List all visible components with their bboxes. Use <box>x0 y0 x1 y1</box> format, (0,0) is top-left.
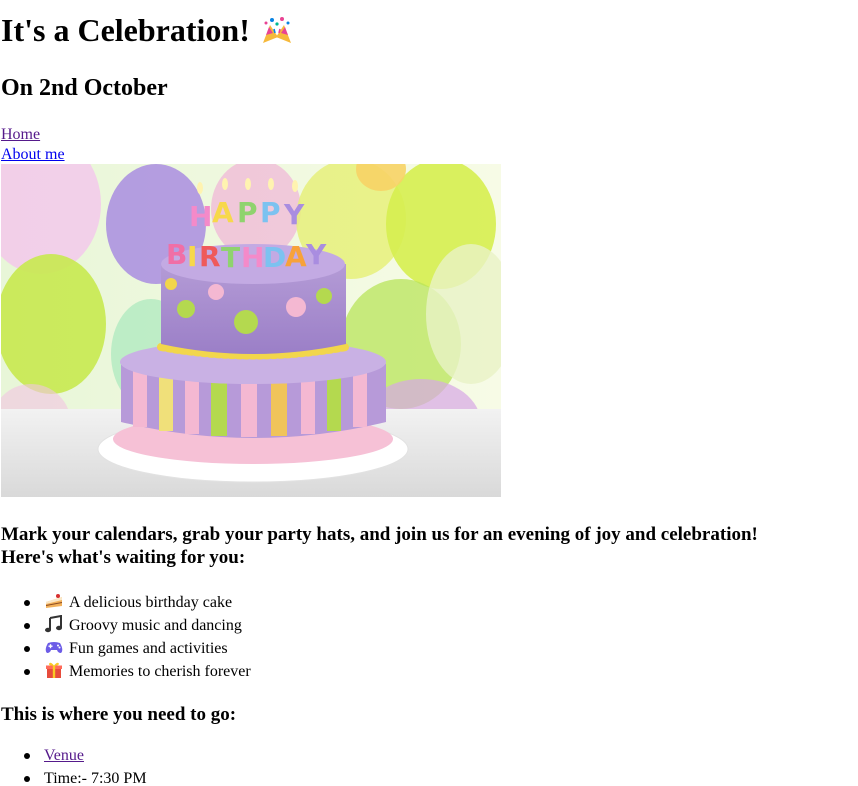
intro-line-2: Here's what's waiting for you: <box>1 547 246 568</box>
svg-text:H: H <box>189 200 212 233</box>
list-item: Time:- 7:30 PM <box>24 767 147 786</box>
where-heading: This is where you need to go: <box>1 704 237 725</box>
nav-link-home[interactable]: Home <box>1 125 65 145</box>
gift-icon <box>44 661 64 679</box>
svg-text:H: H <box>241 241 264 274</box>
list-item: Venue <box>24 744 147 767</box>
event-time: Time:- 7:30 PM <box>44 770 147 786</box>
svg-text:I: I <box>187 240 197 273</box>
nav-link-about[interactable]: About me <box>1 145 65 165</box>
list-item: A delicious birthday cake <box>24 591 251 614</box>
svg-text:R: R <box>199 240 221 273</box>
page-title-text: It's a Celebration! <box>1 12 250 48</box>
svg-text:T: T <box>221 241 240 274</box>
venue-list: Venue Time:- 7:30 PM <box>24 744 147 786</box>
svg-text:A: A <box>285 240 307 273</box>
game-controller-icon <box>44 638 64 656</box>
birthday-cake-image: H A P P Y B I R T H D A Y <box>1 164 501 497</box>
perks-list: A delicious birthday cake Groovy music a… <box>24 591 251 683</box>
cake-icon <box>44 592 64 610</box>
svg-text:B: B <box>166 238 187 271</box>
svg-text:P: P <box>260 196 281 229</box>
svg-text:A: A <box>212 196 234 229</box>
svg-text:Y: Y <box>305 238 327 271</box>
music-notes-icon <box>44 614 64 633</box>
svg-text:P: P <box>237 196 258 229</box>
list-item: Memories to cherish forever <box>24 660 251 683</box>
list-item: Fun games and activities <box>24 637 251 660</box>
party-popper-icon <box>260 13 294 43</box>
list-item: Groovy music and dancing <box>24 614 251 637</box>
intro-text: Mark your calendars, grab your party hat… <box>1 523 857 569</box>
page-title: It's a Celebration! <box>1 9 294 51</box>
page-subtitle: On 2nd October <box>1 75 168 101</box>
venue-link[interactable]: Venue <box>44 747 84 764</box>
svg-text:D: D <box>263 241 286 274</box>
intro-line-1: Mark your calendars, grab your party hat… <box>1 524 758 545</box>
svg-text:Y: Y <box>283 198 305 231</box>
nav-links: Home About me <box>1 125 65 165</box>
